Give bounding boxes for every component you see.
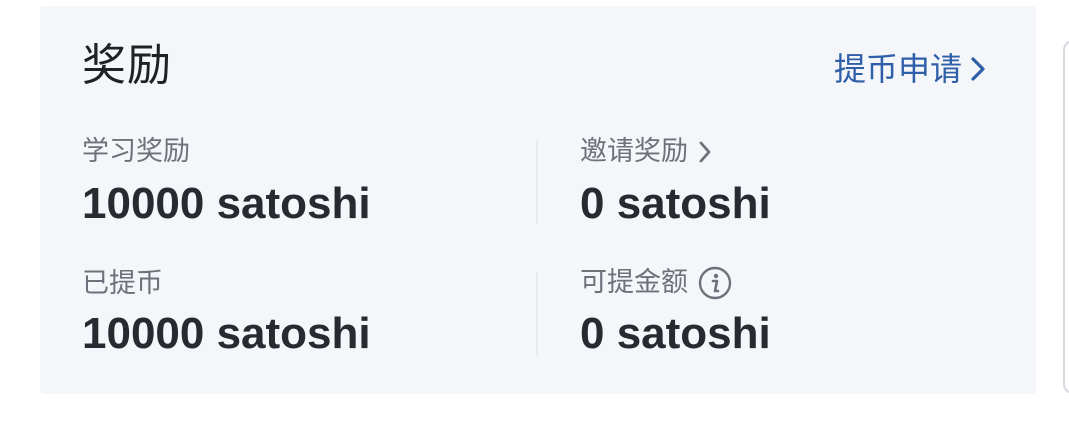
chevron-right-icon <box>971 57 985 81</box>
column-divider <box>536 272 538 356</box>
withdraw-request-link[interactable]: 提币申请 <box>834 50 986 88</box>
rewards-card: 奖励 提币申请 学习奖励 10000 satoshi 邀请奖励 0 satosh… <box>40 6 1036 394</box>
withdrawable-label-group: 可提金额 <box>580 266 732 300</box>
withdrawable-label: 可提金额 <box>580 266 688 298</box>
column-divider <box>536 140 538 224</box>
invite-reward-label: 邀请奖励 <box>580 136 688 167</box>
study-reward-label: 学习奖励 <box>82 136 190 167</box>
adjacent-card-edge <box>1063 40 1069 394</box>
invite-reward-value: 0 satoshi <box>580 179 771 228</box>
info-icon[interactable] <box>698 266 732 300</box>
study-reward-value: 10000 satoshi <box>82 179 371 228</box>
withdrawn-label: 已提币 <box>82 268 163 299</box>
withdrawable-value: 0 satoshi <box>580 309 771 358</box>
chevron-right-icon <box>698 140 712 164</box>
invite-reward-link[interactable]: 邀请奖励 <box>580 136 712 168</box>
card-title: 奖励 <box>82 40 172 91</box>
withdrawn-value: 10000 satoshi <box>82 309 371 358</box>
withdraw-request-label: 提币申请 <box>833 50 962 88</box>
